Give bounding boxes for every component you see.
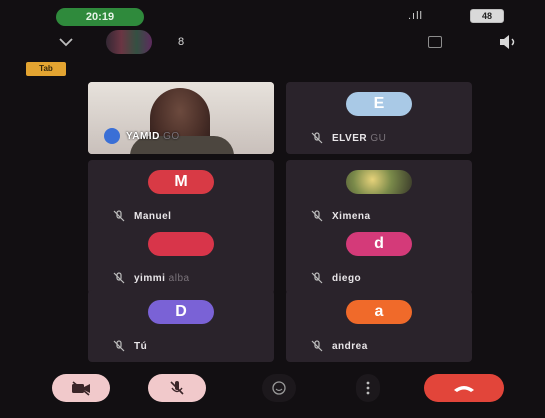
camera-toggle-button[interactable] xyxy=(52,374,110,402)
mic-off-icon xyxy=(311,340,323,352)
status-time: 20:19 xyxy=(56,8,144,26)
status-bar: 20:19 .ıll 48 xyxy=(0,0,545,26)
participant-tile-diego[interactable]: d diego xyxy=(286,222,472,294)
reactions-button[interactable] xyxy=(262,374,296,402)
avatar: D xyxy=(148,300,214,324)
status-badge: Tab xyxy=(26,62,66,76)
leave-call-button[interactable] xyxy=(424,374,504,402)
participant-name: YAMID GO xyxy=(126,130,180,142)
call-controls xyxy=(0,368,545,408)
layout-icon[interactable] xyxy=(428,36,442,48)
name-row: diego xyxy=(310,270,361,286)
participant-name: Tú xyxy=(134,340,148,352)
mic-off-icon xyxy=(311,272,323,284)
name-row: yimmi alba xyxy=(112,270,190,286)
participant-name: Ximena xyxy=(332,210,371,222)
participants-avatar-group[interactable] xyxy=(106,30,152,54)
avatar xyxy=(346,170,412,194)
hang-up-icon xyxy=(454,386,474,392)
mic-off-icon xyxy=(113,340,125,352)
name-row: Tú xyxy=(112,338,147,354)
speaker-icon[interactable] xyxy=(498,34,518,50)
participant-name: Manuel xyxy=(134,210,172,222)
participant-tile-elver[interactable]: E ELVER GU xyxy=(286,82,472,154)
name-row: ELVER GU xyxy=(310,130,386,146)
mic-off-icon xyxy=(170,381,184,395)
participant-name: diego xyxy=(332,272,362,284)
mic-off-icon xyxy=(113,210,125,222)
camera-off-icon xyxy=(72,381,90,396)
participant-tile-andrea[interactable]: a andrea xyxy=(286,290,472,362)
emoji-icon xyxy=(272,381,286,395)
avatar: a xyxy=(346,300,412,324)
avatar: E xyxy=(346,92,412,116)
avatar: d xyxy=(346,232,412,256)
battery-icon: 48 xyxy=(470,9,504,23)
participant-tile-self[interactable]: D Tú xyxy=(88,290,274,362)
name-row: YAMID GO xyxy=(104,128,180,144)
meeting-screen: 20:19 .ıll 48 8 Tab YAMID GO E ELVER GU … xyxy=(0,0,545,418)
participant-count: 8 xyxy=(178,36,185,48)
participant-tile-yamid[interactable]: YAMID GO xyxy=(88,82,274,154)
avatar: M xyxy=(148,170,214,194)
mic-off-icon xyxy=(113,272,125,284)
mic-toggle-button[interactable] xyxy=(148,374,206,402)
avatar xyxy=(148,232,214,256)
participant-name: yimmi alba xyxy=(134,272,190,284)
participant-name: andrea xyxy=(332,340,368,352)
chevron-down-icon[interactable] xyxy=(58,36,74,48)
participant-tile-yimmi[interactable]: yimmi alba xyxy=(88,222,274,294)
mic-off-icon xyxy=(311,132,323,144)
mic-off-icon xyxy=(311,210,323,222)
name-row: andrea xyxy=(310,338,368,354)
more-vertical-icon xyxy=(366,381,370,395)
participant-name: ELVER GU xyxy=(332,132,387,144)
signal-icon: .ıll xyxy=(408,10,423,22)
more-options-button[interactable] xyxy=(356,374,380,402)
speaking-icon xyxy=(104,128,120,144)
